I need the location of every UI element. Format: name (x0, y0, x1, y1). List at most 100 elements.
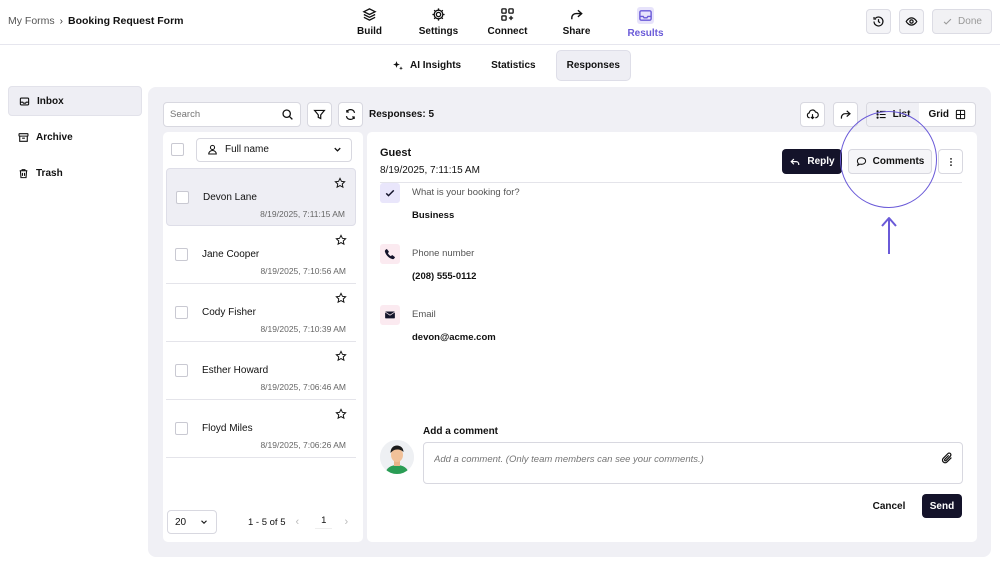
respondent-name: Cody Fisher (202, 307, 256, 318)
view-list-option[interactable]: List (866, 103, 920, 126)
preview-button[interactable] (899, 9, 924, 34)
select-all-checkbox[interactable] (171, 143, 184, 156)
field-answer: Business (412, 210, 455, 221)
row-checkbox[interactable] (175, 422, 188, 435)
view-grid-option[interactable]: Grid (919, 103, 975, 126)
response-rows: Devon Lane 8/19/2025, 7:11:15 AM Jane Co… (166, 168, 356, 458)
pagination-range: 1 - 5 of 5 (248, 516, 286, 528)
response-row[interactable]: Devon Lane 8/19/2025, 7:11:15 AM (166, 168, 356, 226)
sort-select-label: Full name (207, 144, 269, 155)
star-icon[interactable] (335, 234, 347, 246)
refresh-icon (345, 109, 356, 120)
per-page-select[interactable]: 20 (167, 510, 217, 534)
person-icon (208, 144, 217, 155)
sort-by-select[interactable]: Full name (196, 137, 352, 162)
field-answer: devon@acme.com (412, 332, 496, 343)
field-answer: (208) 555-0112 (412, 271, 477, 282)
reply-button[interactable]: Reply (782, 149, 842, 174)
sidebar-item-inbox[interactable]: Inbox (8, 86, 142, 116)
done-label: Done (958, 16, 982, 27)
row-checkbox[interactable] (176, 191, 189, 204)
more-options-button[interactable] (938, 149, 963, 174)
filter-button[interactable] (307, 102, 332, 127)
search-icon[interactable] (281, 108, 294, 121)
inbox-icon (19, 97, 30, 105)
sidebar-item-label: Trash (36, 167, 63, 179)
response-date: 8/19/2025, 7:10:39 AM (260, 324, 346, 334)
nav-tab-label: Settings (418, 26, 459, 37)
top-bar: My Forms › Booking Request Form Build Se… (0, 0, 1000, 45)
nav-tab-label: Build (357, 26, 382, 37)
breadcrumb-my-forms[interactable]: My Forms (8, 15, 55, 27)
nav-tab-results[interactable]: Results (611, 0, 680, 45)
tab-ai-insights[interactable]: AI Insights (382, 50, 471, 81)
refresh-button[interactable] (338, 102, 363, 127)
mail-icon (385, 311, 395, 319)
top-actions: Done (866, 9, 992, 34)
star-icon[interactable] (335, 292, 347, 304)
check-icon (943, 18, 952, 25)
sidebar-item-archive[interactable]: Archive (8, 122, 142, 152)
page-number-input[interactable]: 1 (315, 515, 333, 529)
cancel-button[interactable]: Cancel (872, 494, 906, 518)
share-arrow-icon (571, 9, 583, 20)
tab-responses[interactable]: Responses (555, 50, 631, 81)
search-input[interactable] (170, 109, 270, 120)
search-box (163, 102, 301, 127)
sidebar-item-label: Inbox (37, 95, 64, 107)
phone-icon (384, 249, 395, 260)
star-icon[interactable] (335, 408, 347, 420)
comments-label: Comments (872, 156, 925, 167)
response-row[interactable]: Jane Cooper 8/19/2025, 7:10:56 AM (166, 226, 356, 284)
arrow-up-icon (881, 217, 897, 254)
nav-tab-share[interactable]: Share (542, 0, 611, 45)
next-page-button[interactable]: › (344, 516, 348, 528)
view-toggle: List Grid (865, 102, 976, 127)
download-button[interactable] (799, 102, 825, 127)
response-date: 8/19/2025, 7:06:26 AM (260, 440, 346, 450)
share-results-button[interactable] (832, 102, 858, 127)
responses-panel: Responses: 5 List Grid Full (148, 87, 991, 557)
history-button[interactable] (866, 9, 891, 34)
done-button[interactable]: Done (932, 9, 992, 34)
sidebar-item-trash[interactable]: Trash (8, 158, 142, 188)
reply-icon (790, 158, 800, 165)
nav-tab-connect[interactable]: Connect (473, 0, 542, 45)
breadcrumb-separator: › (59, 15, 64, 27)
field-question: Email (412, 309, 436, 320)
paperclip-icon[interactable] (940, 451, 954, 465)
response-row[interactable]: Esther Howard 8/19/2025, 7:06:46 AM (166, 342, 356, 400)
star-icon[interactable] (335, 350, 347, 362)
gear-icon (432, 8, 445, 21)
comments-button[interactable]: Comments (848, 149, 932, 174)
tab-label: Responses (566, 60, 620, 71)
row-checkbox[interactable] (175, 364, 188, 377)
nav-tab-label: Connect (487, 26, 528, 37)
detail-actions: Reply Comments (782, 149, 963, 174)
row-checkbox[interactable] (175, 248, 188, 261)
sparkle-icon (393, 60, 403, 70)
results-sidebar: Inbox Archive Trash (8, 86, 142, 194)
user-avatar-icon (380, 440, 414, 474)
per-page-value: 20 (175, 516, 187, 528)
response-date: 8/19/2025, 7:11:15 AM (260, 209, 345, 219)
response-date: 8/19/2025, 7:06:46 AM (260, 382, 346, 392)
vertical-dots-icon (949, 157, 952, 166)
chevron-down-icon (201, 520, 207, 525)
comment-input[interactable] (434, 454, 914, 465)
results-icon-box (637, 7, 654, 24)
send-button[interactable]: Send (922, 494, 962, 518)
response-row[interactable]: Floyd Miles 8/19/2025, 7:06:26 AM (166, 400, 356, 458)
field-icon-box (380, 244, 400, 264)
nav-tab-build[interactable]: Build (335, 0, 404, 45)
respondent-name: Floyd Miles (202, 423, 253, 434)
list-icon (876, 110, 886, 119)
row-checkbox[interactable] (175, 306, 188, 319)
prev-page-button[interactable]: ‹ (296, 516, 300, 528)
star-icon[interactable] (334, 177, 346, 189)
response-row[interactable]: Cody Fisher 8/19/2025, 7:10:39 AM (166, 284, 356, 342)
responses-count: Responses: 5 (369, 109, 435, 120)
breadcrumb: My Forms › Booking Request Form (8, 15, 184, 27)
nav-tab-settings[interactable]: Settings (404, 0, 473, 45)
tab-statistics[interactable]: Statistics (481, 50, 545, 81)
